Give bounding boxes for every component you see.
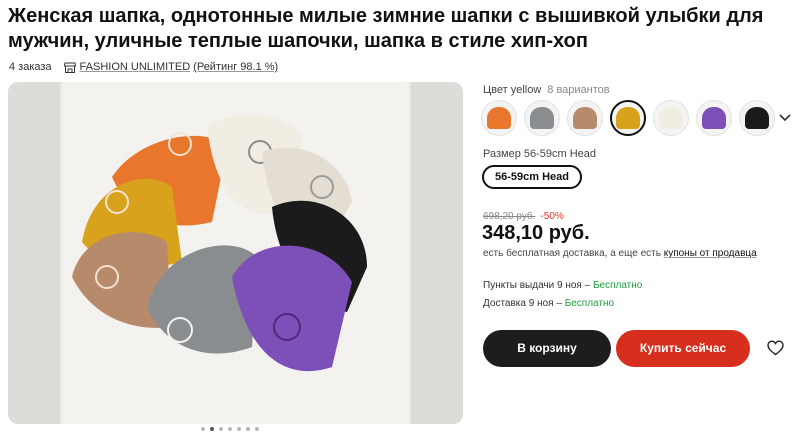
delivery-note: есть бесплатная доставка, а еще есть куп… — [483, 248, 757, 259]
color-swatch-orange[interactable] — [481, 100, 517, 136]
hat-thumbnail — [745, 107, 769, 129]
color-swatch-white[interactable] — [653, 100, 689, 136]
color-name: Цвет yellow — [483, 84, 542, 96]
chevron-down-icon[interactable] — [778, 110, 792, 124]
pickup-free: Бесплатно — [592, 280, 643, 291]
hats-illustration — [62, 82, 409, 424]
store-icon — [63, 62, 76, 73]
color-swatches — [481, 100, 775, 136]
pickup-info: Пункты выдачи 9 ноя – Бесплатно — [483, 280, 642, 291]
gallery-next-image[interactable] — [411, 82, 463, 424]
color-swatch-gray[interactable] — [524, 100, 560, 136]
color-variants-count: 8 вариантов — [547, 84, 610, 96]
delivery-date: Доставка 9 ноя – — [483, 298, 565, 309]
orders-count: 4 заказа — [9, 61, 52, 73]
heart-icon[interactable] — [767, 340, 784, 356]
discount-badge: -50% — [540, 211, 564, 222]
current-price: 348,10 руб. — [482, 222, 590, 244]
store-rating[interactable]: (Рейтинг 98.1 %) — [193, 61, 278, 73]
gallery-dot[interactable] — [246, 427, 250, 431]
gallery-dots[interactable] — [201, 427, 259, 431]
old-price: 698,20 руб. — [483, 211, 536, 222]
seller-coupons-link[interactable]: купоны от продавца — [664, 248, 757, 259]
hat-thumbnail — [530, 107, 554, 129]
gallery-dot[interactable] — [210, 427, 214, 431]
gallery-dot[interactable] — [201, 427, 205, 431]
price-old-row: 698,20 руб. -50% — [483, 211, 564, 222]
color-swatch-yellow[interactable] — [610, 100, 646, 136]
gallery-dot[interactable] — [237, 427, 241, 431]
hat-thumbnail — [659, 107, 683, 129]
gallery-dot[interactable] — [255, 427, 259, 431]
color-swatch-purple[interactable] — [696, 100, 732, 136]
product-meta: 4 заказа FASHION UNLIMITED (Рейтинг 98.1… — [9, 61, 278, 73]
product-main-image[interactable] — [62, 82, 409, 424]
gallery-prev-image[interactable] — [8, 82, 60, 424]
add-to-cart-button[interactable]: В корзину — [483, 330, 611, 367]
store-name[interactable]: FASHION UNLIMITED — [80, 61, 191, 73]
product-gallery[interactable] — [8, 82, 463, 424]
hat-thumbnail — [573, 107, 597, 129]
store-link[interactable]: FASHION UNLIMITED (Рейтинг 98.1 %) — [63, 61, 278, 73]
delivery-free: Бесплатно — [564, 298, 615, 309]
hat-thumbnail — [702, 107, 726, 129]
color-swatch-khaki[interactable] — [567, 100, 603, 136]
hat-thumbnail — [487, 107, 511, 129]
gallery-dot[interactable] — [219, 427, 223, 431]
color-label: Цвет yellow 8 вариантов — [483, 84, 610, 96]
color-swatch-black[interactable] — [739, 100, 775, 136]
delivery-info: Доставка 9 ноя – Бесплатно — [483, 298, 614, 309]
size-label: Размер 56-59cm Head — [483, 148, 597, 160]
gallery-dot[interactable] — [228, 427, 232, 431]
pickup-date: Пункты выдачи 9 ноя – — [483, 280, 593, 291]
hat-thumbnail — [616, 107, 640, 129]
buy-now-button[interactable]: Купить сейчас — [616, 330, 750, 367]
size-option-selected[interactable]: 56-59cm Head — [482, 165, 582, 189]
product-title: Женская шапка, однотонные милые зимние ш… — [8, 5, 764, 52]
delivery-note-text: есть бесплатная доставка, а еще есть — [483, 248, 661, 259]
